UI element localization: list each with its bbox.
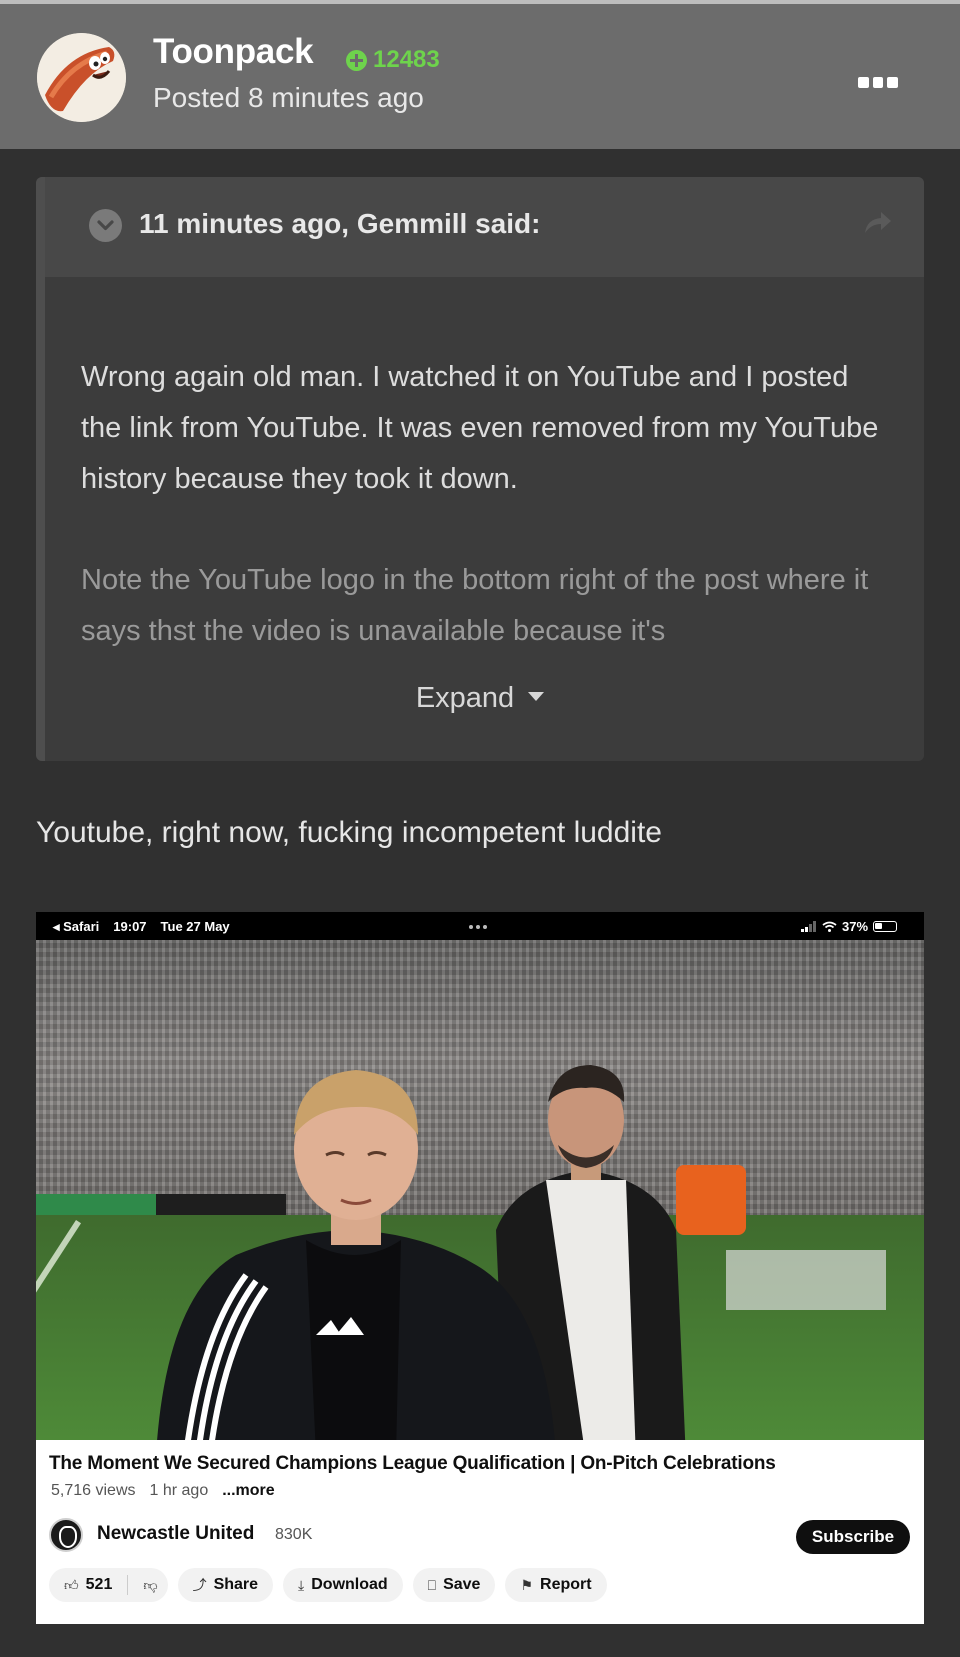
reputation-badge[interactable]: 12483 <box>346 46 440 74</box>
quote-header: 11 minutes ago, Gemmill said: <box>45 177 924 277</box>
ios-status-bar: ◂ Safari 19:07 Tue 27 May 37% <box>36 912 924 940</box>
advertising-board <box>36 1194 156 1216</box>
quote-paragraph: Wrong again old man. I watched it on You… <box>81 361 879 495</box>
quote-collapse-button[interactable] <box>89 209 122 242</box>
battery-percent: 37% <box>842 919 869 934</box>
plus-circle-icon <box>346 49 367 71</box>
chevron-down-icon <box>97 220 114 231</box>
post-body-text: Youtube, right now, fucking incompetent … <box>36 816 662 849</box>
status-time: 19:07 <box>113 919 147 934</box>
share-arrow-icon[interactable] <box>863 209 893 240</box>
dot-icon <box>872 77 884 88</box>
dugout-bench <box>726 1250 886 1310</box>
like-dislike-button: 👍︎ 521 👎︎ <box>49 1568 168 1602</box>
view-count: 5,716 views <box>51 1482 136 1499</box>
author-name[interactable]: Toonpack <box>153 32 314 72</box>
download-button: ⤓ Download <box>283 1568 403 1602</box>
download-icon: ⤓ <box>298 1576 305 1593</box>
video-title: The Moment We Secured Champions League Q… <box>49 1453 776 1474</box>
share-icon: ⤴ <box>192 1577 207 1593</box>
save-button: ⎕ Save <box>412 1568 496 1602</box>
thumbs-up-icon: 👍︎ <box>64 1576 79 1593</box>
post-header: Toonpack 12483 Posted 8 minutes ago <box>0 0 960 149</box>
attached-screenshot[interactable]: ◂ Safari 19:07 Tue 27 May 37% The Moment… <box>36 912 924 1624</box>
like-count: 521 <box>85 1576 113 1593</box>
reputation-count: 12483 <box>373 46 440 73</box>
share-button: ⤴ Share <box>177 1568 274 1602</box>
flag-icon: ⚑ <box>520 1576 534 1593</box>
video-meta: 5,716 views 1 hr ago ...more <box>51 1482 275 1500</box>
expand-label: Expand <box>415 682 515 714</box>
manager-figure <box>157 1070 555 1440</box>
upload-age: 1 hr ago <box>149 1482 209 1499</box>
video-frame <box>36 940 924 1440</box>
more-link: ...more <box>222 1482 275 1499</box>
status-date: Tue 27 May <box>160 919 230 934</box>
quote-paragraph: Note the YouTube logo in the bottom righ… <box>81 564 869 647</box>
video-actions: 👍︎ 521 👎︎ ⤴ Share ⤓ Download ⎕ Save ⚑ Report <box>49 1568 607 1602</box>
quote-body: Wrong again old man. I watched it on You… <box>81 352 891 657</box>
quote-block: 11 minutes ago, Gemmill said: Wrong agai… <box>36 177 924 761</box>
bookmark-icon: ⎕ <box>427 1576 437 1593</box>
report-button: ⚑ Report <box>505 1568 607 1602</box>
multitask-dots-icon <box>469 925 487 929</box>
dot-icon <box>858 77 869 88</box>
quote-expand-button[interactable]: Expand <box>36 682 924 715</box>
author-avatar[interactable] <box>37 33 126 122</box>
subscriber-count: 830K <box>275 1526 313 1543</box>
youtube-info-panel: The Moment We Secured Champions League Q… <box>36 1440 924 1624</box>
signal-icon <box>801 921 816 932</box>
post-timestamp[interactable]: Posted 8 minutes ago <box>153 82 424 114</box>
channel-avatar <box>49 1518 83 1552</box>
steward-figure <box>676 1165 746 1235</box>
quote-citation[interactable]: 11 minutes ago, Gemmill said: <box>139 208 540 240</box>
quote-left-bar <box>36 177 45 761</box>
wifi-icon <box>822 921 837 932</box>
caret-down-icon <box>528 691 545 701</box>
back-to-app: ◂ Safari <box>53 919 100 934</box>
subscribe-button: Subscribe <box>796 1520 910 1554</box>
more-options-button[interactable] <box>858 77 899 89</box>
battery-icon <box>873 921 898 932</box>
dot-icon <box>887 77 899 88</box>
thumbs-down-icon: 👎︎ <box>143 1576 158 1593</box>
channel-name: Newcastle United <box>97 1523 255 1544</box>
